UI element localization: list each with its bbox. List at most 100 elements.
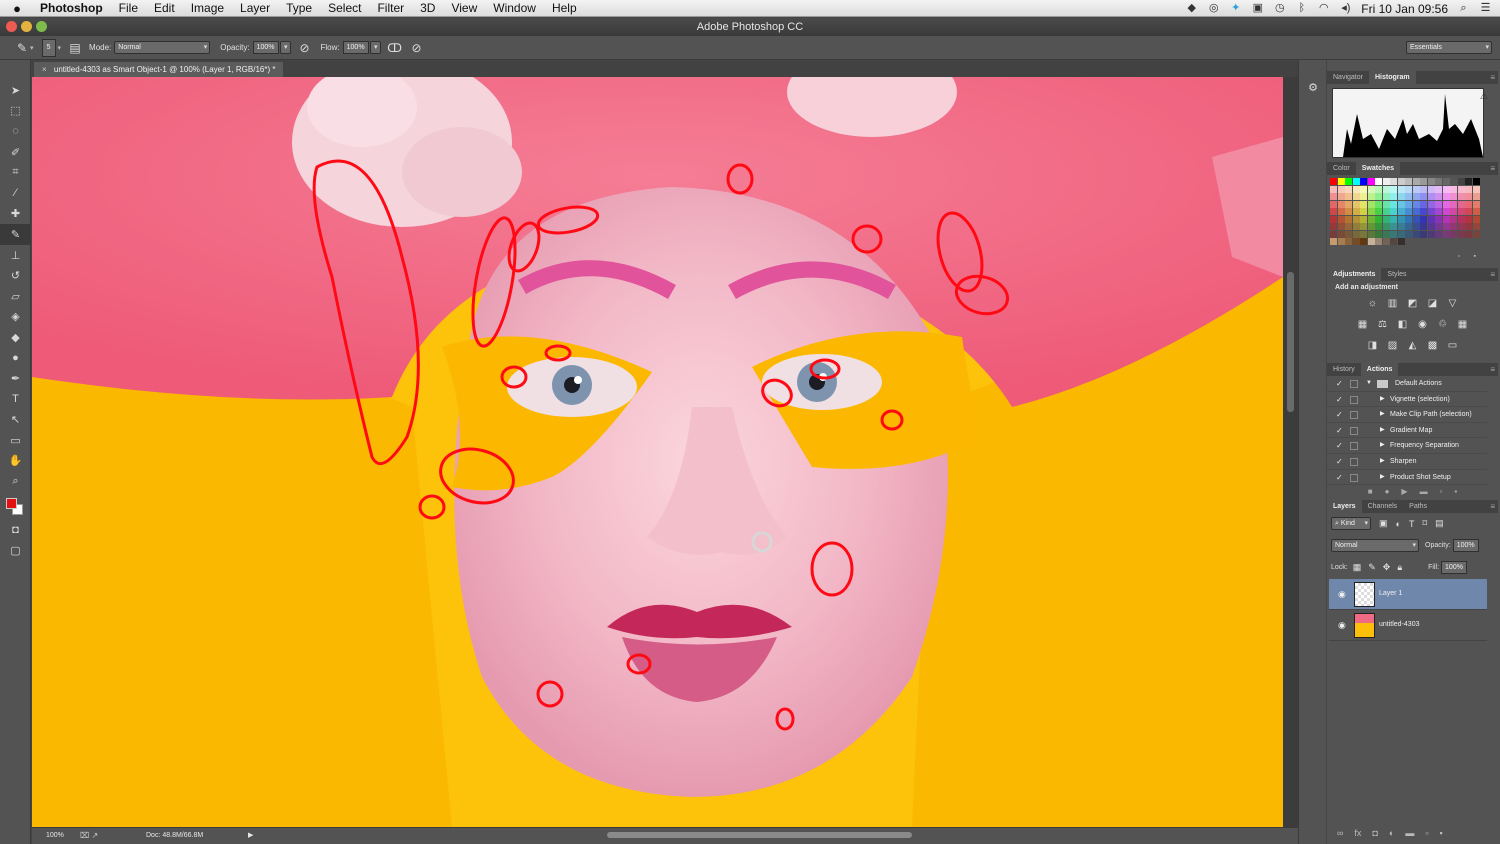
swatch[interactable] <box>1330 215 1337 223</box>
invert-icon[interactable]: ◨ <box>1367 340 1379 351</box>
crop-tool-icon[interactable]: ⌗ <box>0 162 31 183</box>
menu-select[interactable]: Select <box>320 0 369 17</box>
levels-icon[interactable]: ▥ <box>1387 298 1399 309</box>
swatch[interactable] <box>1442 185 1450 193</box>
swatch[interactable] <box>1397 238 1405 245</box>
swatch[interactable] <box>1405 208 1412 215</box>
swatch[interactable] <box>1405 178 1412 185</box>
tab-styles[interactable]: Styles <box>1381 268 1412 281</box>
document-tab[interactable]: × untitled-4303 as Smart Object-1 @ 100%… <box>34 62 284 77</box>
dialog-toggle[interactable] <box>1350 426 1358 435</box>
swatch[interactable] <box>1330 178 1337 185</box>
brush-preset-icon[interactable]: ✎ <box>14 40 30 56</box>
swatch[interactable] <box>1442 215 1450 223</box>
gradient-map-icon[interactable]: ▩ <box>1427 340 1439 351</box>
menu-edit[interactable]: Edit <box>146 0 183 17</box>
swatch[interactable] <box>1412 193 1420 200</box>
action-row[interactable]: ✓ ▶ Frequency Separation <box>1327 438 1487 454</box>
swatch[interactable] <box>1442 193 1450 200</box>
swatch[interactable] <box>1472 230 1480 238</box>
swatch[interactable] <box>1352 185 1360 193</box>
tab-color[interactable]: Color <box>1327 162 1356 175</box>
hand-tool-icon[interactable]: ✋ <box>0 451 31 472</box>
eraser-tool-icon[interactable]: ▱ <box>0 286 31 307</box>
menu-app[interactable]: Photoshop <box>34 0 111 17</box>
swatch[interactable] <box>1412 230 1420 238</box>
swatch[interactable] <box>1442 223 1450 230</box>
swatch[interactable] <box>1465 230 1472 238</box>
action-row[interactable]: ✓ ▶ Vignette (selection) <box>1327 392 1487 408</box>
swatch[interactable] <box>1465 193 1472 200</box>
wifi-icon[interactable]: ◠ <box>1317 3 1330 14</box>
dialog-toggle[interactable] <box>1350 411 1358 420</box>
swatch[interactable] <box>1360 200 1367 208</box>
panel-menu-icon[interactable]: ≡ <box>1490 268 1495 281</box>
swatch[interactable] <box>1382 185 1390 193</box>
swatch[interactable] <box>1420 230 1427 238</box>
menu-view[interactable]: View <box>443 0 485 17</box>
swatch[interactable] <box>1435 230 1442 238</box>
panel-toggle-icon[interactable]: ⚙ <box>1305 80 1321 96</box>
posterize-icon[interactable]: ▨ <box>1387 340 1399 351</box>
swatch[interactable] <box>1382 178 1390 185</box>
filter-adjustment-icon[interactable]: ◐ <box>1396 519 1401 529</box>
swatch[interactable] <box>1442 200 1450 208</box>
zoom-level[interactable]: 100% <box>46 829 64 843</box>
photo-filter-icon[interactable]: ◉ <box>1417 319 1429 330</box>
time-machine-icon[interactable]: ◷ <box>1273 3 1286 14</box>
clone-stamp-tool-icon[interactable]: ⊥ <box>0 245 31 266</box>
swatch[interactable] <box>1427 208 1435 215</box>
cache-warning-icon[interactable]: ⚠ <box>1480 91 1488 102</box>
swatch[interactable] <box>1360 215 1367 223</box>
threshold-icon[interactable]: ◭ <box>1407 340 1419 351</box>
menu-layer[interactable]: Layer <box>232 0 278 17</box>
pressure-opacity-icon[interactable]: ⊘ <box>297 40 313 56</box>
clock[interactable]: Fri 10 Jan 09:56 <box>1361 2 1448 16</box>
swatch[interactable] <box>1360 193 1367 200</box>
fill-field[interactable]: 100% <box>1441 561 1467 574</box>
swatch[interactable] <box>1375 238 1382 245</box>
swatch[interactable] <box>1390 178 1397 185</box>
shape-tool-icon[interactable]: ▭ <box>0 430 31 451</box>
swatch[interactable] <box>1330 185 1337 193</box>
color-balance-icon[interactable]: ⚖ <box>1377 319 1389 330</box>
swatch[interactable] <box>1337 178 1345 185</box>
bluetooth-icon[interactable]: ᛒ <box>1295 3 1308 14</box>
black-white-icon[interactable]: ◧ <box>1397 319 1409 330</box>
layer-opacity-field[interactable]: 100% <box>1452 539 1479 552</box>
dodge-tool-icon[interactable]: ● <box>0 348 31 369</box>
swatch[interactable] <box>1367 200 1375 208</box>
swatch[interactable] <box>1450 178 1457 185</box>
expand-arrow-icon[interactable]: ▶ <box>1380 454 1385 470</box>
swatch[interactable] <box>1360 238 1367 245</box>
healing-brush-tool-icon[interactable]: ✚ <box>0 204 31 225</box>
action-row[interactable]: ✓ ▶ Sharpen <box>1327 454 1487 470</box>
swatch[interactable] <box>1330 208 1337 215</box>
panel-menu-icon[interactable]: ≡ <box>1490 500 1495 513</box>
action-set-row[interactable]: ✓ ▼ Default Actions <box>1327 376 1487 392</box>
swatch[interactable] <box>1397 223 1405 230</box>
menu-image[interactable]: Image <box>183 0 232 17</box>
color-lookup-icon[interactable]: ▦ <box>1457 319 1469 330</box>
swatch[interactable] <box>1472 185 1480 193</box>
toggle-check-icon[interactable]: ✓ <box>1336 392 1343 408</box>
horizontal-scrollbar-thumb[interactable] <box>607 832 912 838</box>
swatch[interactable] <box>1412 208 1420 215</box>
swatch[interactable] <box>1330 238 1337 245</box>
swatch[interactable] <box>1397 208 1405 215</box>
expand-arrow-icon[interactable]: ▶ <box>1380 470 1385 486</box>
swatch[interactable] <box>1465 200 1472 208</box>
swatch[interactable] <box>1450 185 1457 193</box>
swatch[interactable] <box>1375 185 1382 193</box>
swatch[interactable] <box>1457 193 1465 200</box>
swatch[interactable] <box>1367 230 1375 238</box>
swatch[interactable] <box>1375 200 1382 208</box>
swatch[interactable] <box>1352 215 1360 223</box>
workspace-switcher[interactable]: Essentials <box>1406 41 1492 54</box>
panel-menu-icon[interactable]: ≡ <box>1490 363 1495 376</box>
zoom-tool-icon[interactable]: ⌕ <box>0 471 31 492</box>
volume-icon[interactable]: ◂) <box>1339 3 1352 14</box>
swatch[interactable] <box>1337 208 1345 215</box>
notification-center-icon[interactable]: ☰ <box>1479 3 1492 14</box>
pressure-size-icon[interactable]: ⊘ <box>409 40 425 56</box>
